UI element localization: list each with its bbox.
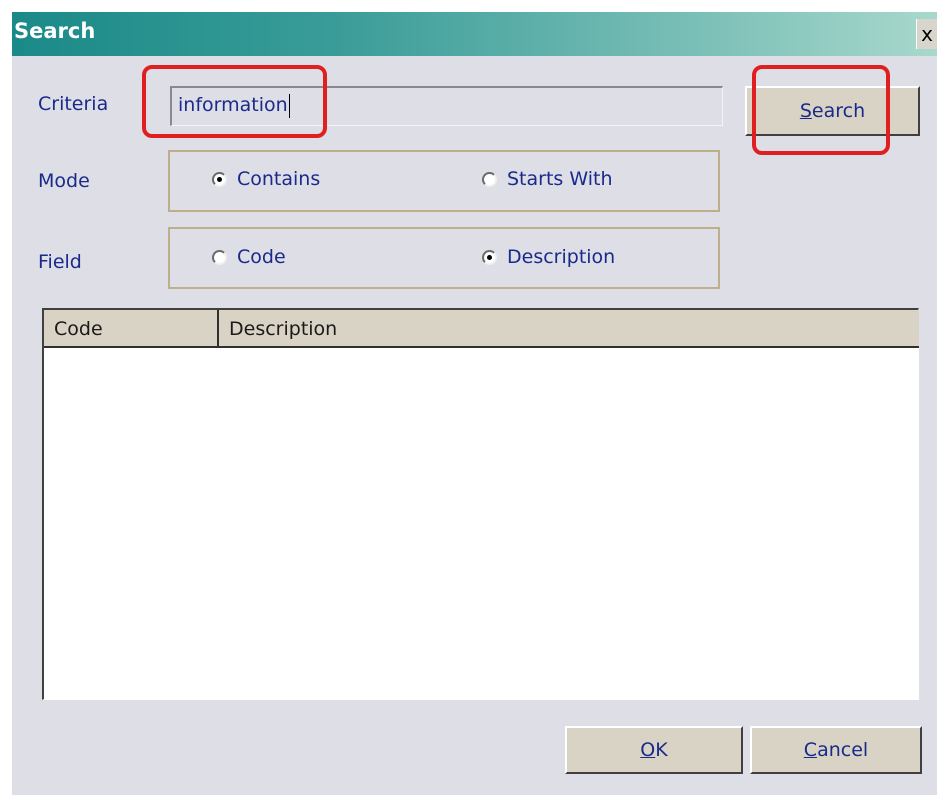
- search-button-mnemonic: S: [799, 100, 812, 122]
- criteria-label: Criteria: [38, 93, 109, 115]
- criteria-value: information: [178, 94, 288, 116]
- field-group: Code Description: [168, 227, 720, 289]
- mode-group: Contains Starts With: [168, 150, 720, 212]
- field-code-label: Code: [237, 246, 286, 268]
- column-header-description[interactable]: Description: [219, 310, 919, 346]
- radio-unselected-icon: [212, 250, 227, 265]
- column-header-code[interactable]: Code: [44, 310, 219, 346]
- mode-label: Mode: [38, 170, 90, 192]
- radio-selected-icon: [212, 172, 227, 187]
- window-title: Search: [14, 19, 96, 43]
- title-bar[interactable]: Search x: [12, 12, 937, 56]
- cancel-button[interactable]: Cancel: [750, 726, 922, 774]
- results-header: Code Description: [44, 310, 919, 348]
- mode-contains-label: Contains: [237, 168, 321, 190]
- cancel-button-mnemonic: C: [803, 739, 818, 761]
- field-label: Field: [38, 251, 82, 273]
- results-list[interactable]: Code Description: [42, 308, 919, 700]
- ok-button[interactable]: OK: [565, 726, 743, 774]
- radio-unselected-icon: [482, 172, 497, 187]
- mode-starts-with-label: Starts With: [507, 168, 613, 190]
- radio-selected-icon: [482, 250, 497, 265]
- criteria-input[interactable]: information: [170, 86, 723, 126]
- ok-button-label: K: [655, 739, 668, 761]
- field-description-label: Description: [507, 246, 616, 268]
- cancel-button-label: ancel: [817, 739, 869, 761]
- search-dialog: Search x Criteria information Search Mod…: [12, 12, 937, 795]
- ok-button-mnemonic: O: [640, 739, 656, 761]
- search-button-label: earch: [811, 100, 866, 122]
- close-button[interactable]: x: [916, 19, 937, 49]
- text-caret: [288, 94, 290, 118]
- search-button[interactable]: Search: [745, 86, 920, 136]
